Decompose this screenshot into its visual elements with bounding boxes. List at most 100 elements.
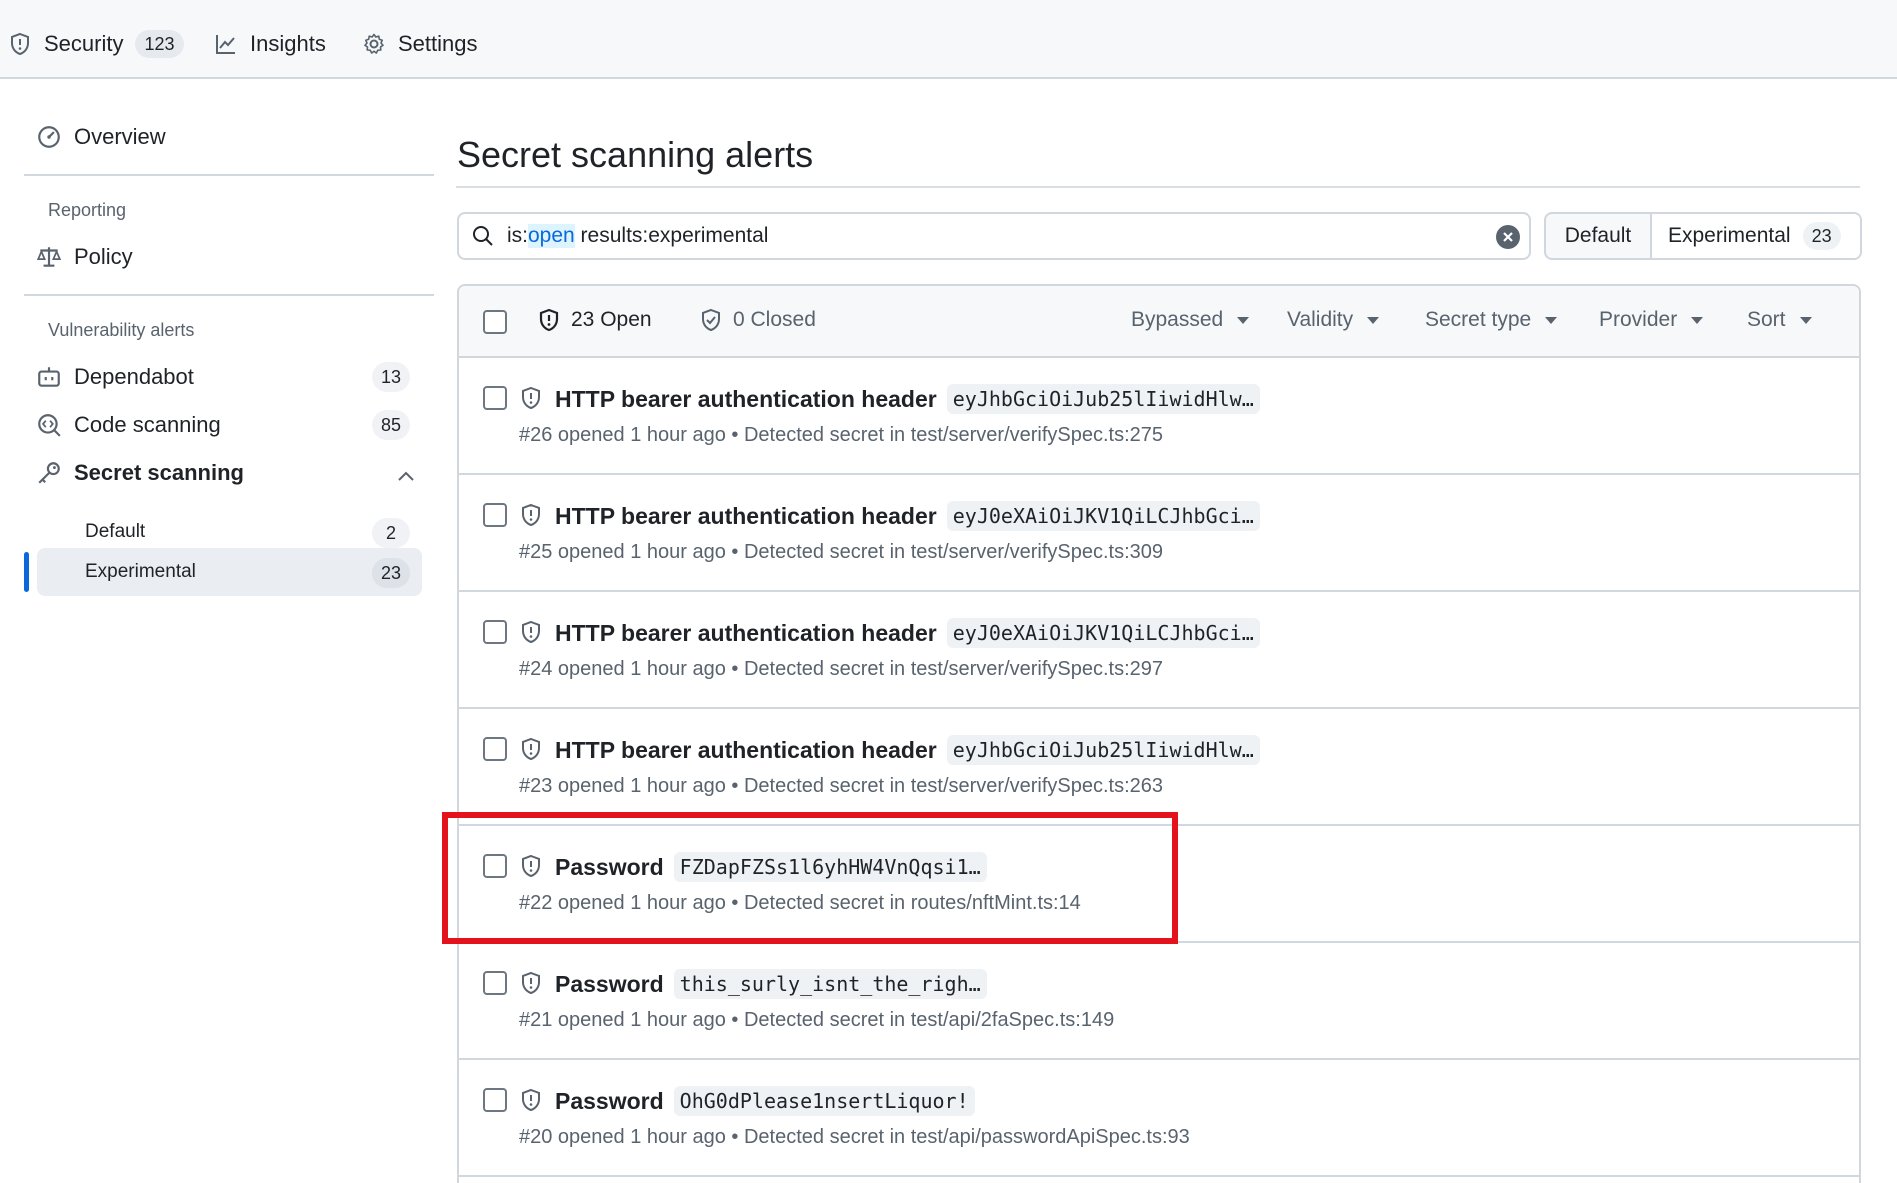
sidebar-item-policy[interactable]: Policy: [36, 244, 133, 270]
sidebar-item-overview[interactable]: Overview: [36, 124, 166, 150]
alert-title-link[interactable]: HTTP bearer authentication header: [555, 620, 937, 647]
sidebar-default-label: Default: [85, 521, 146, 542]
alert-meta: #22 opened 1 hour ago • Detected secret …: [519, 892, 1081, 914]
experimental-count-badge: 23: [372, 558, 410, 588]
alert-title-link[interactable]: HTTP bearer authentication header: [555, 503, 937, 530]
alert-row[interactable]: HTTP bearer authentication header eyJ0eXA…: [459, 475, 1859, 592]
closed-filter[interactable]: 0 Closed: [699, 308, 816, 332]
tab-security[interactable]: Security 123: [8, 26, 184, 62]
alert-row[interactable]: HTTP bearer authentication header eyJ0eXA…: [459, 592, 1859, 709]
security-count-badge: 123: [135, 30, 184, 58]
caret-down-icon: [1367, 316, 1380, 324]
caret-down-icon: [1545, 316, 1558, 324]
meter-icon: [38, 126, 60, 148]
alert-row[interactable]: Password FZDapFZSs1l6yhHW4VnQqsi1… #22 op…: [459, 826, 1859, 943]
shield-icon: [522, 854, 540, 878]
alert-meta: #25 opened 1 hour ago • Detected secret …: [519, 541, 1164, 563]
segment-experimental[interactable]: Experimental 23: [1650, 214, 1860, 258]
alert-meta: #20 opened 1 hour ago • Detected secret …: [519, 1126, 1190, 1148]
alert-meta: #26 opened 1 hour ago • Detected secret …: [519, 424, 1164, 446]
segment-experimental-label: Experimental: [1668, 224, 1791, 247]
secret-value: eyJhbGciOiJub25lIiwidHlw…: [946, 735, 1260, 765]
alert-title-link[interactable]: HTTP bearer authentication header: [555, 386, 937, 413]
closed-count-label: 0 Closed: [733, 308, 816, 331]
row-checkbox[interactable]: [483, 737, 507, 761]
active-indicator: [24, 552, 29, 592]
validity-filter[interactable]: Validity: [1287, 308, 1380, 332]
page-title: Secret scanning alerts: [457, 134, 814, 175]
sidebar-item-code-scanning[interactable]: Code scanning: [36, 412, 221, 438]
sidebar-overview-label: Overview: [74, 124, 166, 149]
shield-icon: [522, 620, 540, 644]
bypassed-filter-label: Bypassed: [1131, 308, 1224, 331]
shield-icon: [522, 1088, 540, 1112]
select-all-checkbox[interactable]: [483, 310, 507, 334]
row-checkbox[interactable]: [483, 1088, 507, 1112]
caret-down-icon: [1237, 316, 1250, 324]
row-checkbox[interactable]: [483, 971, 507, 995]
alert-title-link[interactable]: Password: [555, 971, 664, 998]
alert-row[interactable]: HTTP bearer authentication header eyJhbGc…: [459, 709, 1859, 826]
search-input[interactable]: is: open results:experimental: [457, 212, 1531, 260]
sidebar-secret-scanning-label: Secret scanning: [74, 460, 244, 485]
alert-meta: #23 opened 1 hour ago • Detected secret …: [519, 775, 1164, 797]
alert-row[interactable]: Password this_surly_isnt_the_righ… #21 op…: [459, 943, 1859, 1060]
alerts-list-header: 23 Open 0 Closed Bypassed Validity Secre…: [459, 286, 1859, 358]
provider-filter-label: Provider: [1599, 308, 1678, 331]
shield-icon: [522, 737, 540, 761]
shield-icon: [522, 386, 540, 410]
row-checkbox[interactable]: [483, 620, 507, 644]
alert-row[interactable]: Password OhG0dPlease1nsertLiquor! #20 ope…: [459, 1060, 1859, 1177]
graph-icon: [216, 35, 235, 54]
default-count-badge: 2: [372, 518, 410, 548]
dependabot-icon: [38, 367, 60, 387]
tab-insights[interactable]: Insights: [214, 26, 326, 62]
main-content: Secret scanning alerts is: open results:e…: [456, 0, 1862, 1183]
secret-value: FZDapFZSs1l6yhHW4VnQqsi1…: [673, 852, 987, 882]
results-segmented-control: Default Experimental 23: [1544, 212, 1862, 260]
alert-meta: #21 opened 1 hour ago • Detected secret …: [519, 1009, 1115, 1031]
bypassed-filter[interactable]: Bypassed: [1131, 308, 1250, 332]
secret-value: this_surly_isnt_the_righ…: [673, 969, 987, 999]
title-divider: [456, 186, 1860, 188]
alert-meta: #24 opened 1 hour ago • Detected secret …: [519, 658, 1164, 680]
sidebar-divider: [24, 174, 434, 176]
secret-type-filter-label: Secret type: [1425, 308, 1532, 331]
gear-icon: [364, 33, 384, 54]
secret-type-filter[interactable]: Secret type: [1425, 308, 1558, 332]
sidebar-item-secret-scanning[interactable]: Secret scanning: [36, 460, 244, 486]
search-query-highlight: open: [528, 224, 575, 248]
caret-down-icon: [1691, 316, 1704, 324]
alert-row[interactable]: HTTP bearer authentication header eyJhbGc…: [459, 358, 1859, 475]
secret-value: OhG0dPlease1nsertLiquor!: [673, 1086, 975, 1116]
provider-filter[interactable]: Provider: [1599, 308, 1704, 332]
caret-down-icon: [1799, 316, 1812, 324]
alert-title-link[interactable]: Password: [555, 1088, 664, 1115]
key-icon: [38, 462, 60, 484]
chevron-up-icon[interactable]: [396, 468, 416, 484]
sidebar-divider: [24, 294, 434, 296]
tab-insights-label: Insights: [250, 31, 326, 56]
row-checkbox[interactable]: [483, 386, 507, 410]
sidebar-item-dependabot[interactable]: Dependabot: [36, 364, 194, 390]
open-filter[interactable]: 23 Open: [537, 308, 652, 332]
alert-title-link[interactable]: HTTP bearer authentication header: [555, 737, 937, 764]
validity-filter-label: Validity: [1287, 308, 1354, 331]
law-icon: [36, 247, 62, 267]
shield-icon: [11, 32, 29, 56]
segment-experimental-count: 23: [1802, 222, 1841, 250]
codescan-icon: [38, 414, 61, 437]
row-checkbox[interactable]: [483, 854, 507, 878]
alerts-list: 23 Open 0 Closed Bypassed Validity Secre…: [457, 284, 1861, 1183]
clear-search-icon[interactable]: [1495, 224, 1521, 250]
secret-value: eyJhbGciOiJub25lIiwidHlw…: [946, 384, 1260, 414]
row-checkbox[interactable]: [483, 503, 507, 527]
search-query-prefix: is:: [507, 224, 528, 247]
shield-icon: [522, 971, 540, 995]
sidebar-code-scanning-label: Code scanning: [74, 412, 221, 437]
shield-icon: [539, 308, 559, 332]
sort-filter[interactable]: Sort: [1747, 308, 1812, 332]
sidebar-heading-vulnerability-alerts: Vulnerability alerts: [48, 320, 195, 340]
segment-default[interactable]: Default: [1546, 214, 1650, 258]
alert-title-link[interactable]: Password: [555, 854, 664, 881]
